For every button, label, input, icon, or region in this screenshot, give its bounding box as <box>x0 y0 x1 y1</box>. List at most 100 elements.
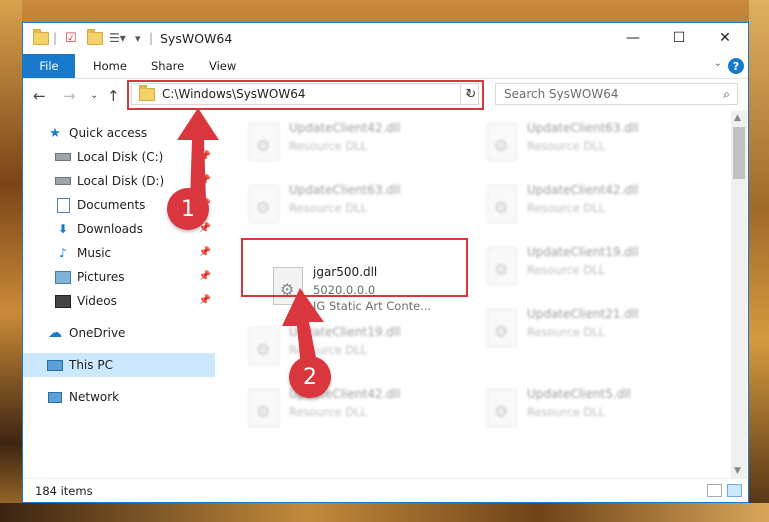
step-marker-1: 1 <box>167 188 209 230</box>
file-name: UpdateClient63.dll <box>289 183 401 197</box>
sidebar-item-this-pc[interactable]: This PC <box>23 353 215 377</box>
file-item[interactable]: UpdateClient5.dll Resource DLL <box>479 385 709 441</box>
search-icon: ⌕ <box>723 87 730 101</box>
sidebar-item-network[interactable]: Network <box>23 385 215 409</box>
file-description: Resource DLL <box>289 405 368 419</box>
dll-file-icon <box>487 389 517 427</box>
cloud-icon: ☁ <box>48 325 62 341</box>
file-name: UpdateClient42.dll <box>289 121 401 135</box>
pin-icon[interactable]: 📌 <box>199 151 211 162</box>
search-input[interactable]: Search SysWOW64 ⌕ <box>495 83 738 105</box>
dll-file-icon <box>487 123 517 161</box>
sidebar-item-quick-access[interactable]: ★ Quick access <box>23 121 215 145</box>
pin-icon[interactable]: 📌 <box>199 295 211 306</box>
pin-icon[interactable]: 📌 <box>199 271 211 282</box>
expand-ribbon-icon[interactable]: ⌄ <box>714 58 722 69</box>
sidebar-item-label: Documents <box>77 198 146 212</box>
properties-icon[interactable]: ☑ <box>65 29 77 47</box>
sidebar-item-label: Quick access <box>69 126 148 140</box>
file-item[interactable]: UpdateClient19.dll Resource DLL <box>479 243 709 299</box>
sidebar-item-label: Network <box>69 390 120 404</box>
sidebar-item-videos[interactable]: Videos 📌 <box>23 289 215 313</box>
dll-file-icon <box>249 185 279 223</box>
sidebar-item-onedrive[interactable]: ☁ OneDrive <box>23 321 215 345</box>
details-view-icon[interactable] <box>707 484 722 497</box>
file-description: Resource DLL <box>527 139 606 153</box>
navigation-pane: ★ Quick access Local Disk (C:) 📌 Local D… <box>23 111 215 478</box>
file-description: Resource DLL <box>289 201 368 215</box>
pin-icon[interactable]: 📌 <box>199 175 211 186</box>
tab-view[interactable]: View <box>209 54 236 78</box>
scrollbar-thumb[interactable] <box>733 127 745 179</box>
status-bar: 184 items <box>23 478 748 503</box>
documents-icon <box>55 197 71 213</box>
vertical-scrollbar[interactable]: ▲ ▼ <box>731 111 747 478</box>
tab-share[interactable]: Share <box>151 54 184 78</box>
recent-locations-icon[interactable]: ⌄ <box>90 90 98 101</box>
file-item[interactable]: UpdateClient63.dll Resource DLL <box>241 181 471 237</box>
file-item[interactable]: UpdateClient63.dll Resource DLL <box>479 119 709 175</box>
file-item[interactable]: UpdateClient42.dll Resource DLL <box>241 119 471 175</box>
step-marker-2: 2 <box>289 356 331 398</box>
tab-file[interactable]: File <box>23 54 75 78</box>
scroll-down-icon[interactable]: ▼ <box>734 466 741 476</box>
file-item[interactable]: UpdateClient42.dll Resource DLL <box>241 385 471 441</box>
maximize-button[interactable]: ☐ <box>656 23 702 53</box>
dll-file-icon <box>487 185 517 223</box>
toolbar-dropdown-icon[interactable]: ▾ <box>135 29 141 47</box>
tiles-view-icon[interactable] <box>727 484 742 497</box>
up-arrow-icon[interactable]: ↑ <box>107 87 120 105</box>
sidebar-item-music[interactable]: ♪ Music 📌 <box>23 241 215 265</box>
file-name: UpdateClient42.dll <box>527 183 639 197</box>
file-item[interactable]: UpdateClient42.dll Resource DLL <box>479 181 709 237</box>
sidebar-item-label: Local Disk (C:) <box>77 150 164 164</box>
ribbon-tabs: File Home Share View ⌄ ? <box>23 54 748 79</box>
sidebar-item-label: Pictures <box>77 270 125 284</box>
sidebar-item-label: This PC <box>69 358 113 372</box>
sidebar-item-label: Local Disk (D:) <box>77 174 165 188</box>
file-name: UpdateClient63.dll <box>527 121 639 135</box>
file-description: Resource DLL <box>527 201 606 215</box>
sidebar-item-pictures[interactable]: Pictures 📌 <box>23 265 215 289</box>
computer-icon <box>47 358 63 372</box>
sidebar-item-label: Downloads <box>77 222 143 236</box>
new-folder-icon[interactable] <box>87 28 103 47</box>
file-item[interactable]: UpdateClient21.dll Resource DLL <box>479 305 709 361</box>
separator: | <box>53 31 58 45</box>
sidebar-item-local-disk-c[interactable]: Local Disk (C:) 📌 <box>23 145 215 169</box>
file-description: Resource DLL <box>527 263 606 277</box>
customize-toolbar-icon[interactable]: ☰▾ <box>109 29 126 47</box>
music-icon: ♪ <box>59 246 67 260</box>
window-title: SysWOW64 <box>160 31 233 46</box>
file-description: Resource DLL <box>527 405 606 419</box>
address-bar-highlight <box>127 80 484 110</box>
dll-file-icon <box>249 327 279 365</box>
scroll-up-icon[interactable]: ▲ <box>734 113 741 123</box>
item-count: 184 items <box>35 484 93 498</box>
sidebar-item-label: Music <box>77 246 112 260</box>
desktop-wallpaper-bottom <box>0 503 769 522</box>
file-description: Resource DLL <box>527 325 606 339</box>
folder-icon <box>33 28 49 47</box>
minimize-button[interactable]: — <box>610 23 656 53</box>
download-icon: ⬇ <box>57 222 69 236</box>
file-name: UpdateClient21.dll <box>527 307 639 321</box>
close-button[interactable]: ✕ <box>702 23 748 53</box>
file-item[interactable]: UpdateClient19.dll Resource DLL <box>241 323 471 379</box>
pin-icon[interactable]: 📌 <box>199 247 211 258</box>
sidebar-item-label: OneDrive <box>69 326 126 340</box>
desktop-wallpaper-left <box>0 0 22 522</box>
back-arrow-icon[interactable]: ← <box>33 87 46 105</box>
pictures-icon <box>55 270 71 284</box>
title-bar: | ☑ ☰▾ ▾ | SysWOW64 — ☐ ✕ <box>23 23 748 54</box>
forward-arrow-icon[interactable]: → <box>63 87 76 105</box>
videos-icon <box>55 294 71 308</box>
dll-file-icon <box>249 123 279 161</box>
tab-home[interactable]: Home <box>93 54 127 78</box>
file-name: UpdateClient5.dll <box>527 387 631 401</box>
desktop-wallpaper-right <box>749 0 769 522</box>
dll-file-icon <box>487 247 517 285</box>
file-description: Resource DLL <box>289 343 368 357</box>
help-button[interactable]: ? <box>728 58 744 74</box>
file-name: UpdateClient19.dll <box>289 325 401 339</box>
